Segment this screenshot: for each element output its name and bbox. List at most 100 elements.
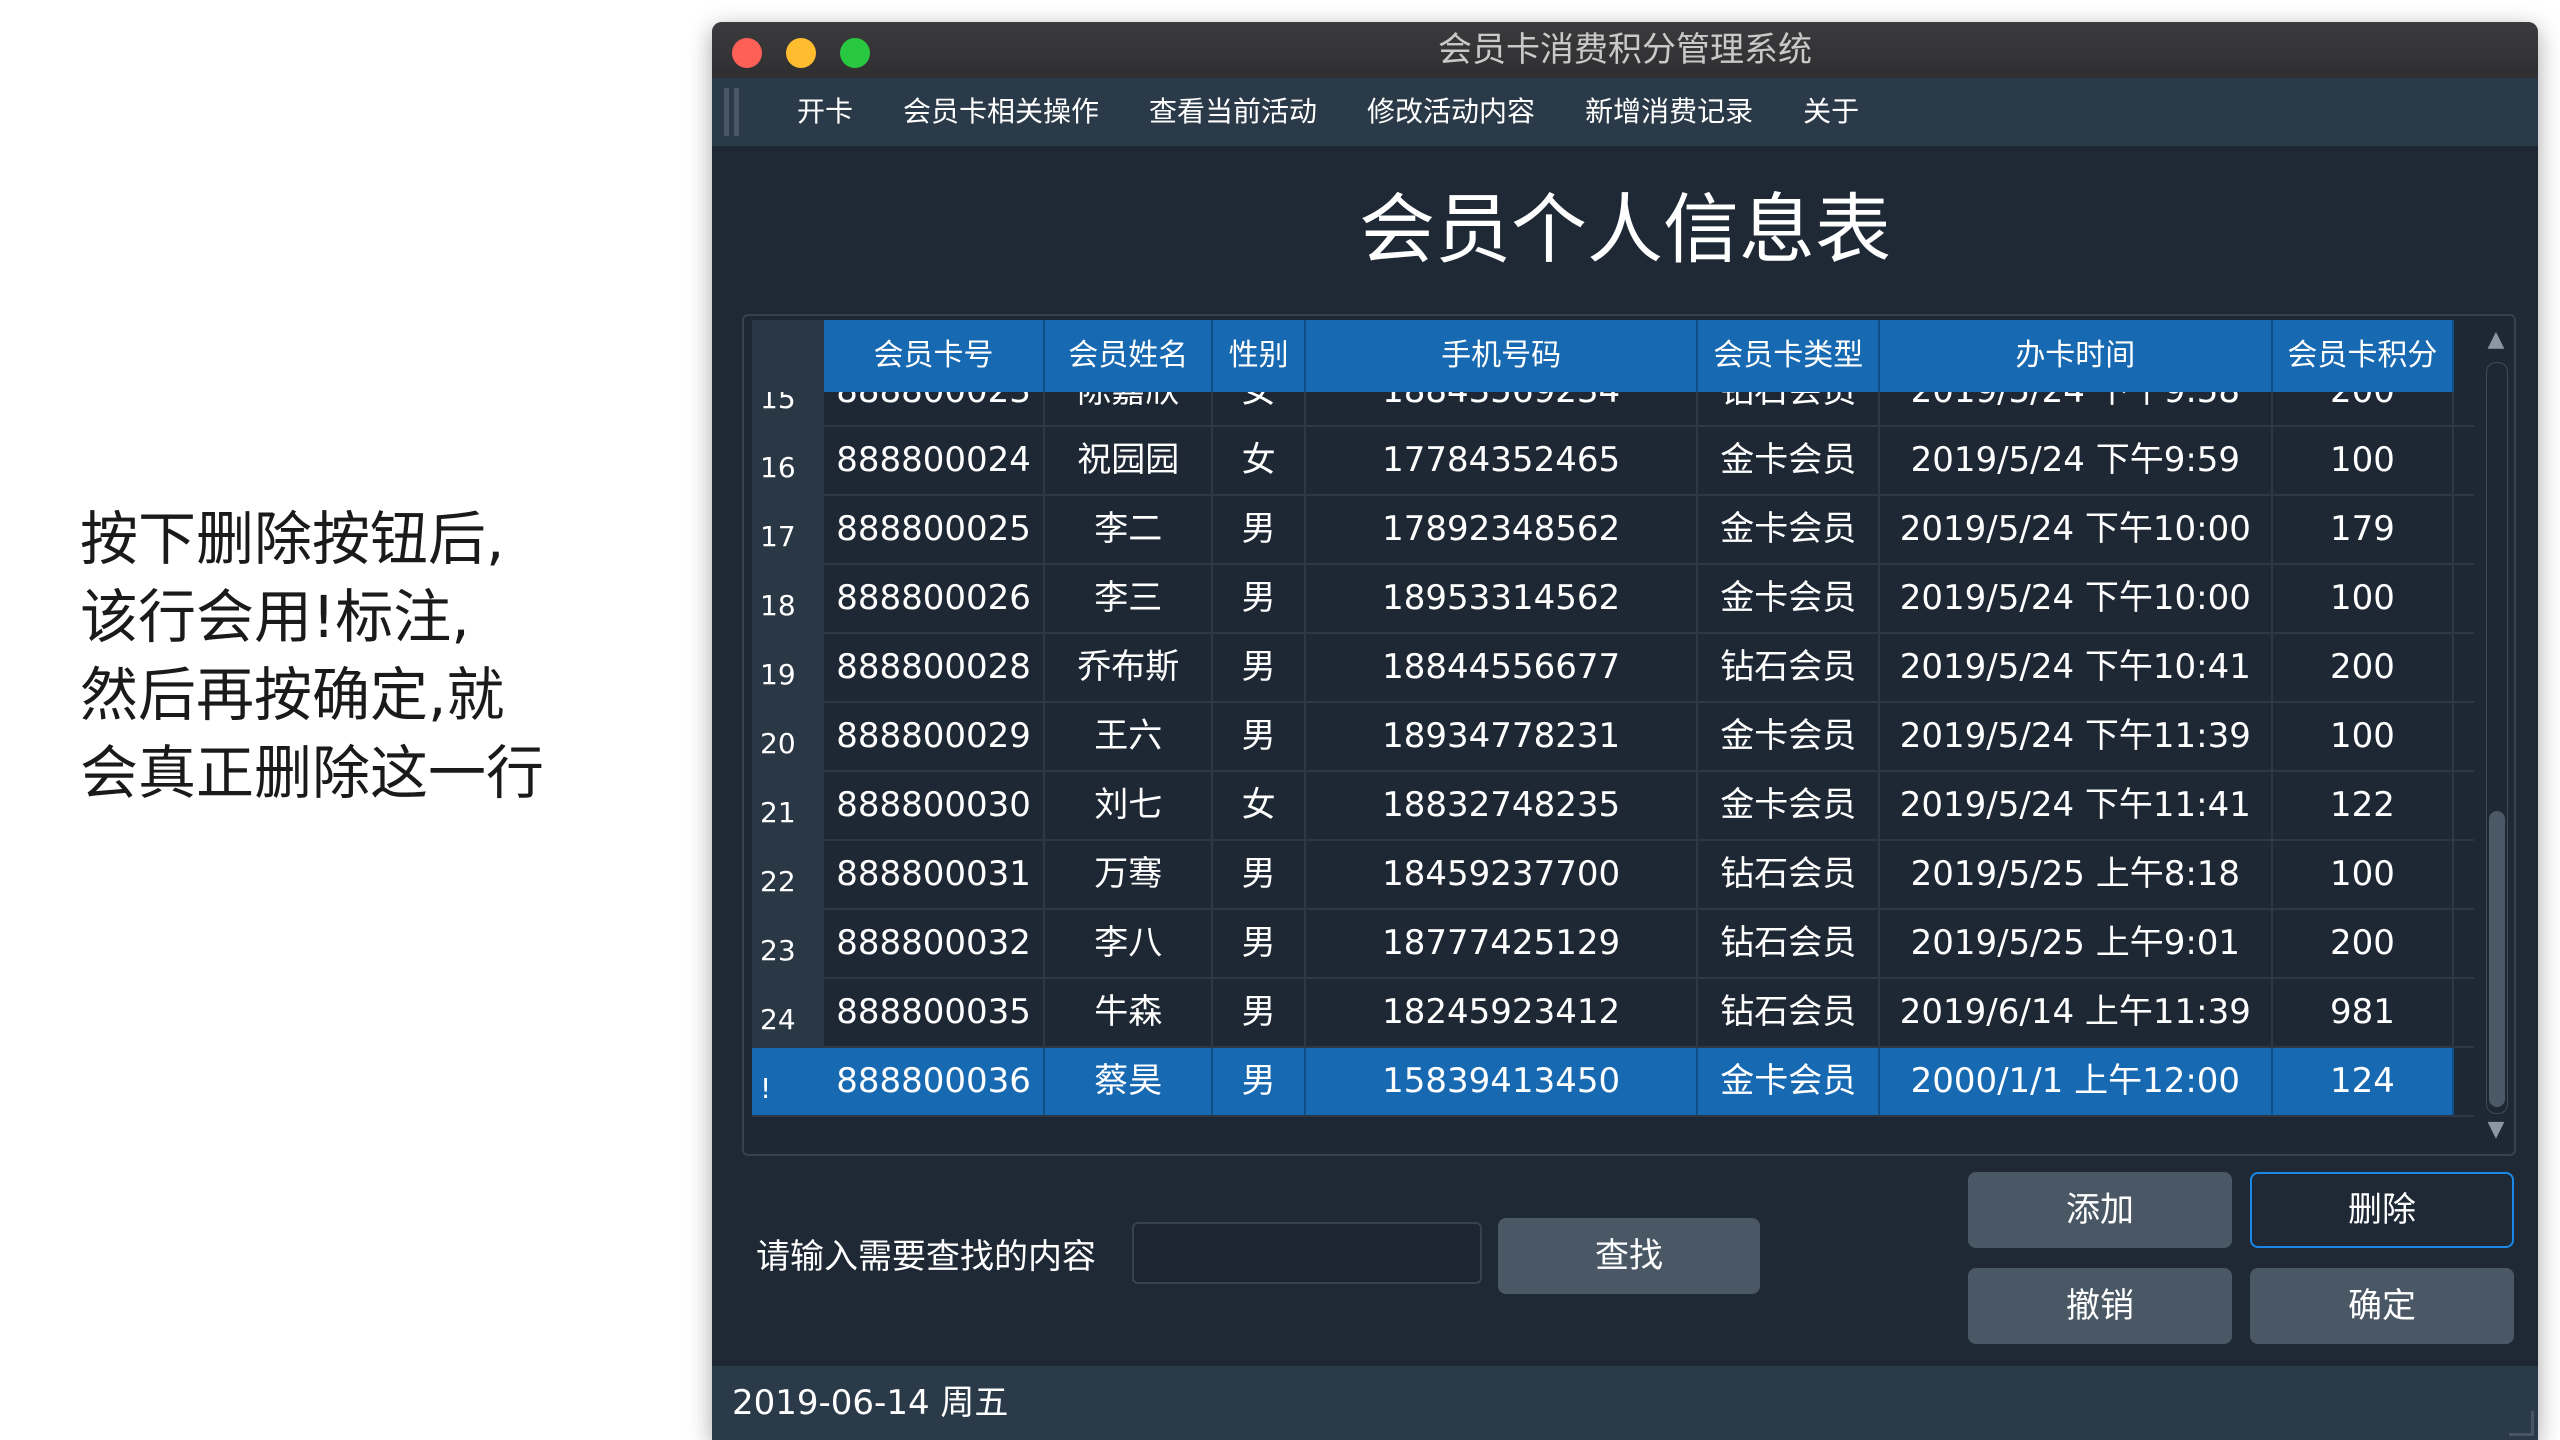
vertical-scrollbar[interactable]: ▲ ▼ (2482, 322, 2510, 1148)
table-cell[interactable]: 888800030 (824, 772, 1046, 839)
confirm-button[interactable]: 确定 (2250, 1268, 2514, 1344)
column-header[interactable]: 会员卡类型 (1698, 320, 1880, 392)
table-cell[interactable]: 100 (2273, 703, 2455, 770)
table-cell[interactable]: 2019/5/24 下午10:00 (1880, 496, 2273, 563)
row-number[interactable]: 20 (752, 703, 824, 770)
table-cell[interactable]: 王六 (1045, 703, 1214, 770)
delete-button[interactable]: 删除 (2250, 1172, 2514, 1248)
scroll-up-icon[interactable]: ▲ (2484, 328, 2508, 352)
menu-view-activity[interactable]: 查看当前活动 (1124, 78, 1342, 146)
table-corner[interactable] (752, 320, 824, 392)
table-cell[interactable]: 15839413450 (1305, 1048, 1699, 1115)
menu-card-operations[interactable]: 会员卡相关操作 (878, 78, 1124, 146)
table-cell[interactable]: 100 (2273, 427, 2455, 494)
table-row[interactable]: 15888800023陈嘉欣女18843569234钻石会员2019/5/24 … (752, 392, 2474, 427)
table-cell[interactable]: 万骞 (1045, 841, 1214, 908)
table-row[interactable]: 20 888800029 王六男 18934778231 金卡会员 2019/5/24 下… (752, 703, 2474, 772)
menu-open-card[interactable]: 开卡 (772, 78, 878, 146)
table-cell[interactable]: 金卡会员 (1698, 772, 1880, 839)
table-cell[interactable]: 钻石会员 (1698, 841, 1880, 908)
scrollbar-thumb[interactable] (2489, 811, 2505, 1107)
table-cell[interactable]: 2019/5/25 上午8:18 (1880, 841, 2273, 908)
table-cell[interactable]: 18934778231 (1306, 703, 1699, 770)
table-cell[interactable]: 金卡会员 (1698, 427, 1880, 494)
table-cell[interactable]: 200 (2273, 392, 2455, 425)
table-cell[interactable]: 2019/5/24 下午11:41 (1880, 772, 2273, 839)
table-cell[interactable]: 18844556677 (1306, 634, 1699, 701)
table-cell[interactable]: 2019/5/24 下午10:41 (1880, 634, 2273, 701)
table-cell[interactable]: 888800036 (824, 1048, 1046, 1115)
table-cell[interactable]: 2019/5/24 下午10:00 (1880, 565, 2273, 632)
column-header[interactable]: 性别 (1213, 320, 1306, 392)
table-cell[interactable]: 女 (1213, 392, 1306, 425)
row-number[interactable]: 22 (752, 841, 824, 908)
table-cell[interactable]: 李二 (1045, 496, 1214, 563)
table-cell[interactable]: 钻石会员 (1698, 392, 1880, 425)
undo-button[interactable]: 撤销 (1968, 1268, 2232, 1344)
toolbar-grip-icon[interactable] (734, 88, 739, 136)
table-cell[interactable]: 2019/6/14 上午11:39 (1880, 979, 2273, 1046)
row-number[interactable]: 21 (752, 772, 824, 839)
table-cell[interactable]: 男 (1213, 496, 1306, 563)
table-cell[interactable]: 100 (2273, 565, 2455, 632)
table-cell[interactable]: 男 (1213, 1048, 1306, 1115)
table-cell[interactable]: 179 (2273, 496, 2455, 563)
table-cell[interactable]: 2019/5/24 下午11:39 (1880, 703, 2273, 770)
row-number[interactable]: 15 (752, 392, 824, 425)
table-cell[interactable]: 17892348562 (1306, 496, 1699, 563)
table-cell[interactable]: 18245923412 (1306, 979, 1699, 1046)
table-cell[interactable]: 钻石会员 (1698, 979, 1880, 1046)
table-cell[interactable]: 李八 (1045, 910, 1214, 977)
table-cell[interactable]: 刘七 (1045, 772, 1214, 839)
table-row[interactable]: 17 888800025 李二男 17892348562 金卡会员 2019/5/24 下… (752, 496, 2474, 565)
table-cell[interactable]: 祝园园 (1045, 427, 1214, 494)
column-header[interactable]: 会员卡积分 (2273, 320, 2455, 392)
table-cell[interactable]: 981 (2273, 979, 2455, 1046)
table-cell[interactable]: 888800031 (824, 841, 1046, 908)
search-button[interactable]: 查找 (1498, 1218, 1760, 1294)
table-cell[interactable]: 18832748235 (1306, 772, 1699, 839)
table-cell[interactable]: 2019/5/25 上午9:01 (1880, 910, 2273, 977)
menu-add-record[interactable]: 新增消费记录 (1560, 78, 1778, 146)
table-cell[interactable]: 888800028 (824, 634, 1046, 701)
search-input[interactable] (1132, 1222, 1482, 1284)
table-row[interactable]: 21 888800030 刘七女 18832748235 金卡会员 2019/5/24 下… (752, 772, 2474, 841)
resize-grip-icon[interactable] (2509, 1411, 2534, 1436)
table-cell[interactable]: 888800023 (824, 392, 1046, 425)
table-cell[interactable]: 钻石会员 (1698, 910, 1880, 977)
table-cell[interactable]: 122 (2273, 772, 2455, 839)
table-row-selected[interactable]: ! 888800036 蔡昊男 15839413450 金卡会员 2000/1/1 上午1… (752, 1048, 2474, 1117)
table-cell[interactable]: 18459237700 (1306, 841, 1699, 908)
table-cell[interactable]: 男 (1213, 565, 1306, 632)
row-number[interactable]: 23 (752, 910, 824, 977)
table-row[interactable]: 18 888800026 李三男 18953314562 金卡会员 2019/5/24 下… (752, 565, 2474, 634)
table-cell[interactable]: 男 (1213, 841, 1306, 908)
scrollbar-track[interactable] (2486, 362, 2508, 1114)
table-row[interactable]: 22 888800031 万骞男 18459237700 钻石会员 2019/5/25 上… (752, 841, 2474, 910)
table-cell[interactable]: 陈嘉欣 (1045, 392, 1214, 425)
column-header[interactable]: 办卡时间 (1880, 320, 2273, 392)
table-cell[interactable]: 2000/1/1 上午12:00 (1879, 1048, 2273, 1115)
table-cell[interactable]: 金卡会员 (1698, 703, 1880, 770)
row-number[interactable]: 24 (752, 979, 824, 1046)
table-row[interactable]: 19 888800028 乔布斯男 18844556677 钻石会员 2019/5/24 … (752, 634, 2474, 703)
row-number[interactable]: 19 (752, 634, 824, 701)
table-cell[interactable]: 888800025 (824, 496, 1046, 563)
table-cell[interactable]: 牛森 (1045, 979, 1214, 1046)
table-cell[interactable]: 钻石会员 (1698, 634, 1880, 701)
table-cell[interactable]: 2019/5/24 下午9:59 (1880, 427, 2273, 494)
table-cell[interactable]: 男 (1213, 910, 1306, 977)
table-row[interactable]: 23 888800032 李八男 18777425129 钻石会员 2019/5/25 上… (752, 910, 2474, 979)
row-number[interactable]: 16 (752, 427, 824, 494)
table-cell[interactable]: 金卡会员 (1698, 496, 1880, 563)
column-header[interactable]: 手机号码 (1306, 320, 1699, 392)
toolbar-grip-icon[interactable] (724, 88, 729, 136)
table-cell[interactable]: 金卡会员 (1698, 1048, 1880, 1115)
table-cell[interactable]: 男 (1213, 703, 1306, 770)
table-cell[interactable]: 金卡会员 (1698, 565, 1880, 632)
table-cell[interactable]: 124 (2272, 1048, 2455, 1115)
table-cell[interactable]: 17784352465 (1306, 427, 1699, 494)
table-row[interactable]: 16 888800024 祝园园女 17784352465 金卡会员 2019/5/24 … (752, 427, 2474, 496)
table-cell[interactable]: 乔布斯 (1045, 634, 1214, 701)
table-cell[interactable]: 2019/5/24 下午9:58 (1880, 392, 2273, 425)
